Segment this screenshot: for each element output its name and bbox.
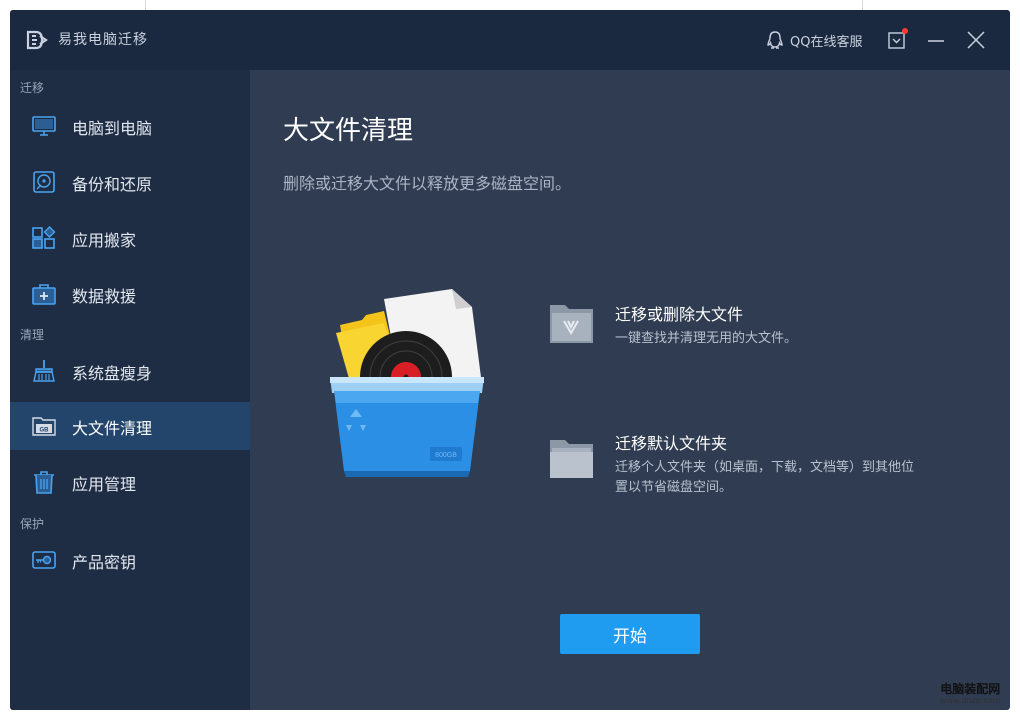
sidebar-item-label: 大文件清理: [72, 419, 153, 438]
main-content: 大文件清理 删除或迁移大文件以释放更多磁盘空间。 800GB 迁移或删除大文件 …: [250, 70, 1010, 710]
sidebar-item-large-file-cleanup[interactable]: GB 大文件清理: [10, 402, 250, 450]
feature-title: 迁移默认文件夹: [615, 434, 728, 453]
sidebar-item-label: 电脑到电脑: [72, 119, 153, 138]
background-divider: [862, 0, 863, 10]
sidebar-item-app-migration[interactable]: 应用搬家: [10, 214, 250, 262]
sidebar-item-label: 备份和还原: [72, 175, 153, 194]
qq-penguin-icon: [767, 31, 783, 49]
minimize-button[interactable]: [924, 28, 948, 52]
sidebar-item-label: 应用管理: [72, 475, 137, 494]
start-button[interactable]: 开始: [560, 614, 700, 654]
broom-icon: [33, 360, 55, 382]
sidebar-item-product-key[interactable]: 产品密钥: [10, 536, 250, 584]
sidebar-item-app-management[interactable]: 应用管理: [10, 458, 250, 506]
sidebar-item-system-slim[interactable]: 系统盘瘦身: [10, 347, 250, 395]
folder-icon: [550, 440, 593, 478]
sidebar-item-label: 系统盘瘦身: [72, 364, 153, 383]
large-files-bin-illustration: 800GB: [330, 289, 484, 477]
key-icon: [32, 551, 56, 569]
watermark-main: 电脑装配网: [940, 682, 1001, 696]
section-label-cleanup: 清理: [20, 328, 45, 342]
feature-title: 迁移或删除大文件: [615, 305, 744, 324]
folder-logo-icon: [550, 305, 593, 343]
page-title: 大文件清理: [283, 116, 414, 146]
first-aid-icon: [32, 284, 56, 305]
monitor-icon: [32, 116, 56, 136]
watermark-url: www.dnzp.com: [940, 696, 1001, 705]
watermark: 电脑装配网 www.dnzp.com: [940, 683, 1001, 707]
section-label-migrate: 迁移: [20, 81, 45, 95]
sidebar: 迁移 电脑到电脑 备份和还原 应用搬家 数据救援 清理 系统盘瘦身 GB 大文件…: [10, 70, 250, 710]
sidebar-item-label: 应用搬家: [72, 231, 137, 250]
minimize-icon: [928, 40, 944, 42]
feature-description: 迁移个人文件夹（如桌面，下载，文档等）到其他位置以节省磁盘空间。: [615, 460, 915, 495]
close-button[interactable]: [964, 28, 988, 52]
apps-icon: [32, 226, 56, 249]
app-window: 易我电脑迁移 QQ在线客服 迁移 电脑到电脑 备份和还原 应用搬家 数据救援 清…: [10, 10, 1010, 710]
sidebar-item-pc-to-pc[interactable]: 电脑到电脑: [10, 102, 250, 150]
notification-dot: [902, 28, 908, 34]
disk-capacity-label: 800GB: [435, 452, 457, 459]
section-label-protect: 保护: [20, 517, 45, 531]
page-subtitle: 删除或迁移大文件以释放更多磁盘空间。: [283, 174, 572, 193]
disk-icon: [33, 171, 55, 193]
title-bar: 易我电脑迁移 QQ在线客服: [10, 10, 1010, 70]
close-icon: [967, 31, 985, 49]
sidebar-item-backup-restore[interactable]: 备份和还原: [10, 158, 250, 206]
gb-folder-icon: GB: [32, 417, 56, 436]
qq-support-button[interactable]: QQ在线客服: [766, 28, 862, 52]
trash-icon: [34, 471, 54, 494]
sidebar-item-data-rescue[interactable]: 数据救援: [10, 270, 250, 318]
sidebar-item-label: 数据救援: [72, 287, 137, 306]
menu-dropdown-button[interactable]: [885, 28, 909, 52]
app-logo-icon: [26, 30, 48, 50]
app-title: 易我电脑迁移: [58, 32, 148, 48]
qq-support-label: QQ在线客服: [790, 34, 863, 50]
sidebar-item-label: 产品密钥: [72, 553, 137, 572]
background-divider: [145, 0, 146, 10]
feature-description: 一键查找并清理无用的大文件。: [615, 331, 798, 346]
svg-text:GB: GB: [40, 428, 50, 434]
